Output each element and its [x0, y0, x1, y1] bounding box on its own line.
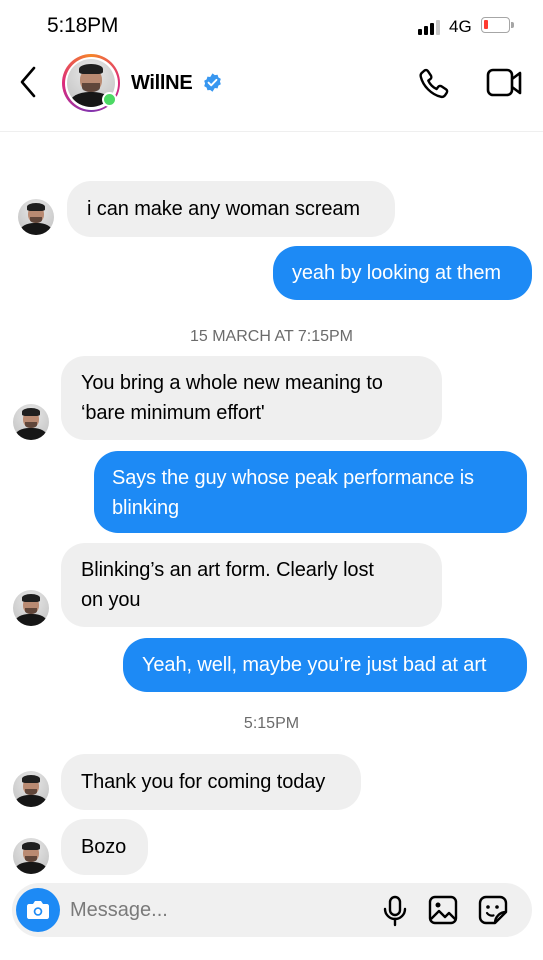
message-bubble-incoming[interactable]: Thank you for coming today	[61, 754, 361, 810]
video-camera-icon	[486, 68, 522, 97]
video-call-button[interactable]	[484, 65, 524, 101]
camera-icon	[27, 901, 49, 919]
sticker-icon	[478, 895, 508, 925]
chat-header: WillNE	[0, 50, 543, 132]
message-text: i can make any woman scream	[87, 198, 360, 220]
voice-message-button[interactable]	[380, 895, 410, 927]
message-bubble-incoming[interactable]: Bozo	[61, 819, 148, 875]
contact-name[interactable]: WillNE	[131, 72, 193, 95]
message-text: Yeah, well, maybe you’re just bad at art	[142, 654, 487, 676]
message-bubble-outgoing[interactable]: yeah by looking at them	[273, 246, 532, 300]
sender-avatar	[13, 838, 49, 874]
voice-call-button[interactable]	[415, 66, 451, 102]
camera-button[interactable]	[16, 888, 60, 932]
message-text: Bozo	[81, 836, 127, 858]
message-bubble-outgoing[interactable]: Says the guy whose peak performance is b…	[94, 451, 527, 533]
message-text-line: blinking	[112, 497, 180, 519]
back-button[interactable]	[14, 64, 44, 100]
status-bar: 5:18PM 4G	[0, 0, 543, 50]
gallery-icon	[428, 895, 458, 925]
verified-badge-icon	[204, 73, 221, 92]
message-composer	[12, 883, 532, 937]
message-bubble-incoming[interactable]: You bring a whole new meaning to ‘bare m…	[61, 356, 442, 440]
sender-avatar	[13, 590, 49, 626]
message-input[interactable]	[70, 895, 350, 925]
message-text-line: Blinking’s an art form. Clearly lost	[81, 559, 374, 581]
message-text-line: ‘bare minimum effort'	[81, 402, 265, 424]
thread-timestamp: 15 MARCH AT 7:15PM	[189, 328, 354, 345]
message-text: Thank you for coming today	[81, 771, 326, 793]
phone-icon	[419, 68, 449, 99]
sender-avatar	[13, 771, 49, 807]
back-chevron-icon	[20, 66, 36, 98]
message-text-line: Says the guy whose peak performance is	[112, 467, 474, 489]
message-bubble-incoming[interactable]: Blinking’s an art form. Clearly lost on …	[61, 543, 442, 627]
status-time: 5:18PM	[47, 14, 119, 37]
message-text-line: You bring a whole new meaning to	[81, 372, 383, 394]
message-bubble-incoming[interactable]: i can make any woman scream	[67, 181, 395, 237]
message-bubble-outgoing[interactable]: Yeah, well, maybe you’re just bad at art	[123, 638, 527, 692]
thread-timestamp: 5:15PM	[243, 715, 300, 732]
network-type: 4G	[449, 17, 472, 36]
signal-strength-icon	[418, 19, 444, 35]
microphone-icon	[383, 895, 407, 927]
online-indicator	[102, 92, 117, 107]
message-text-line: on you	[81, 589, 141, 611]
battery-icon	[481, 17, 514, 33]
sender-avatar	[13, 404, 49, 440]
message-text: yeah by looking at them	[292, 262, 501, 284]
sender-avatar	[18, 199, 54, 235]
gallery-button[interactable]	[428, 895, 458, 925]
sticker-button[interactable]	[478, 895, 508, 925]
